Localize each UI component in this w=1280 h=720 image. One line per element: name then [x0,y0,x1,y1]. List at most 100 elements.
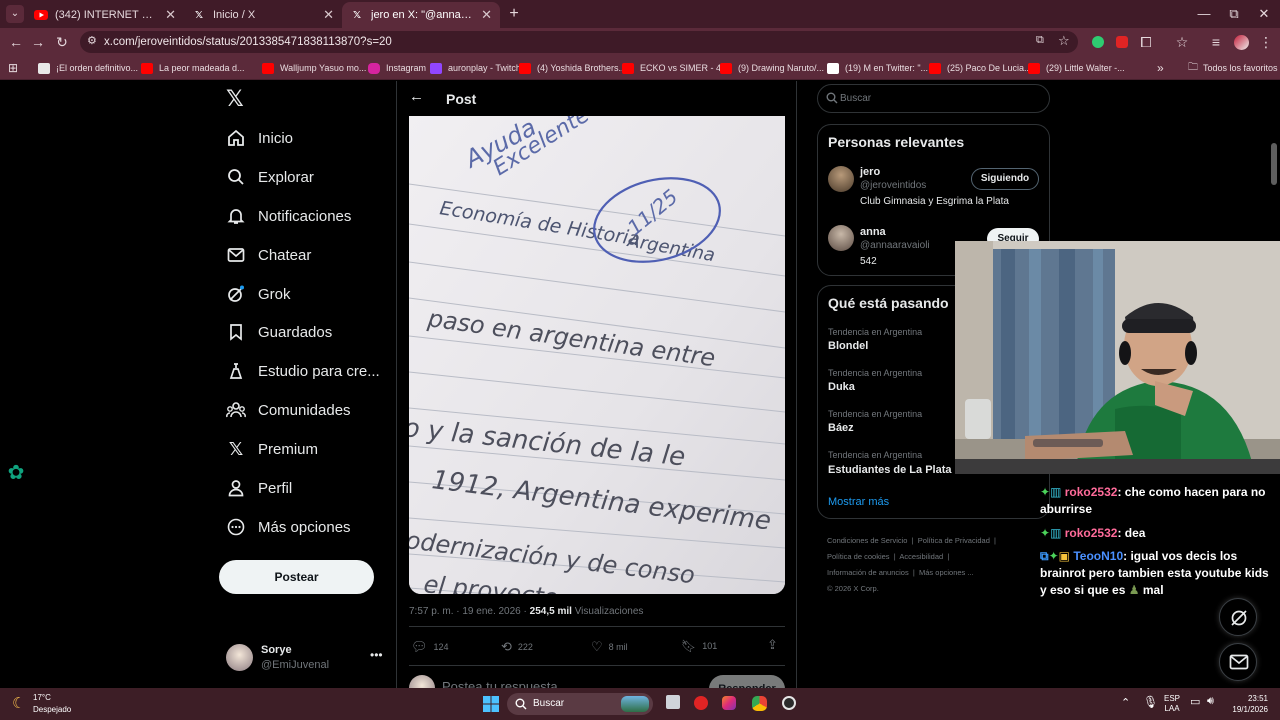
volume-icon[interactable]: 🔊︎ [1207,695,1214,708]
bookmark-item[interactable]: ¡El orden definitivo... [38,61,138,75]
browser-tab-active[interactable]: 𝕏 jero en X: "@annaaravaioli http ✕ [342,2,500,28]
browser-tab[interactable]: (342) INTERNET ESTÁ PODRIDO ✕ [26,2,184,28]
window-close-button[interactable]: ✕ [1249,4,1279,24]
trend-topic[interactable]: Duka [828,381,855,393]
start-button[interactable] [483,696,499,712]
nav-item-guardados[interactable]: Guardados [226,318,332,346]
post-timestamp[interactable]: 7:57 p. m. · 19 ene. 2026 · [409,606,527,617]
messages-float-button[interactable] [1219,643,1257,681]
footer-link[interactable]: Más opciones ... [919,568,974,577]
nav-item-estudio[interactable]: Estudio para cre... [226,357,380,385]
nav-item-mas-opciones[interactable]: Más opciones [226,513,351,541]
nav-item-premium[interactable]: 𝕏 Premium [226,435,318,463]
trend-topic[interactable]: Báez [828,422,854,434]
show-hidden-icons[interactable]: ⌃ [1121,696,1130,709]
reply-action[interactable]: 💬︎ 124 [411,639,449,655]
bookmark-item[interactable]: (4) Yoshida Brothers... [519,61,626,75]
footer-link[interactable]: Política de Privacidad [918,536,990,545]
site-info-icon[interactable]: ⚙ [87,34,97,47]
bookmark-item[interactable]: (9) Drawing Naruto/... [720,61,824,75]
avatar[interactable] [828,166,854,192]
bookmark-item[interactable]: La peor madeada d... [141,61,245,75]
search-box[interactable]: Buscar [817,84,1050,113]
all-favorites-folder[interactable]: 🗀 Todos los favoritos [1188,61,1278,75]
file-explorer-icon[interactable] [666,695,680,709]
back-button[interactable]: ← [6,33,26,51]
app-icon[interactable] [782,696,796,710]
nav-item-inicio[interactable]: Inicio [226,124,293,152]
nav-item-grok[interactable]: Grok [226,280,291,308]
apps-grid-icon[interactable]: ⊞ [8,61,18,75]
avatar[interactable] [828,225,854,251]
new-tab-button[interactable]: + [504,4,524,24]
language-indicator[interactable]: ESP LAA [1164,694,1180,714]
forward-button[interactable]: → [28,33,48,51]
weather-widget[interactable]: ☾ 17°C Despejado [10,692,100,716]
install-app-icon[interactable]: ⧉ [1036,34,1044,47]
avatar[interactable] [1234,35,1249,50]
bookmarks-overflow-icon[interactable]: » [1157,61,1164,75]
bookmark-item[interactable]: Walljump Yasuo mo... [262,61,366,75]
account-switcher[interactable]: Sorye @EmiJuvenal ••• [226,642,386,674]
bookmark-star-icon[interactable]: ☆ [1172,33,1192,51]
footer-link[interactable]: Condiciones de Servicio [827,536,907,545]
bookmark-item[interactable]: (25) Paco De Lucia... [929,61,1032,75]
instagram-icon[interactable] [722,696,736,710]
extensions-puzzle-icon[interactable]: ⧠ [1136,33,1156,51]
extension-icon[interactable] [1092,36,1104,48]
menu-icon[interactable]: ⋮ [1256,33,1276,51]
reload-button[interactable]: ↻ [52,33,72,51]
show-more-link[interactable]: Mostrar más [828,496,889,508]
more-horizontal-icon[interactable]: ••• [370,648,383,662]
like-action[interactable]: ♡ 8 mil [591,639,628,655]
trend-topic[interactable]: Blondel [828,340,868,352]
bookmark-item[interactable]: (29) Little Walter -... [1028,61,1125,75]
trend-topic[interactable]: Estudiantes de La Plata [828,464,951,476]
star-icon[interactable]: ☆ [1058,33,1070,49]
network-icon[interactable]: ▭ [1190,695,1200,708]
chrome-icon[interactable] [749,693,770,714]
restore-button[interactable]: ⧉ [1219,4,1249,24]
tab-search-button[interactable]: ⌄ [6,5,24,23]
minimize-button[interactable]: — [1189,4,1219,24]
close-icon[interactable]: ✕ [481,7,492,23]
bookmark-action[interactable]: 🔖︎ 101 [681,639,717,653]
person-name[interactable]: jero [860,166,880,178]
chat-username[interactable]: TeooN10 [1073,549,1123,563]
person-name[interactable]: anna [860,226,886,238]
clock[interactable]: 23:51 19/1/2026 [1228,693,1268,715]
post-button[interactable]: Postear [219,560,374,594]
close-icon[interactable]: ✕ [165,7,176,23]
footer-link[interactable]: Política de cookies [827,552,890,561]
address-bar[interactable]: ⚙ x.com/jeroveintidos/status/20133854718… [80,31,1078,53]
post-image[interactable]: Ayuda Excelente Economía de Historia Arg… [409,116,785,594]
nav-item-perfil[interactable]: Perfil [226,474,292,502]
bookmark-item[interactable]: ECKO vs SIMER - 4t... [622,61,731,75]
microphone-icon[interactable]: 🎙︎ [1143,695,1158,709]
nav-item-comunidades[interactable]: Comunidades [226,396,351,424]
search-input[interactable]: Buscar [840,93,871,104]
chat-username[interactable]: roko2532 [1065,526,1118,540]
footer-link[interactable]: Accesibilidad [899,552,943,561]
chatgpt-extension-icon[interactable]: ✿ [4,461,28,485]
following-button[interactable]: Siguiendo [971,168,1039,190]
repost-action[interactable]: ⟲ 222 [501,639,533,655]
footer-link[interactable]: Información de anuncios [827,568,909,577]
reading-list-icon[interactable]: ≡ [1206,33,1226,51]
nav-item-explorar[interactable]: Explorar [226,163,314,191]
share-icon[interactable]: ⇪ [767,637,778,653]
taskbar-search[interactable]: Buscar [507,693,653,715]
nav-item-chatear[interactable]: Chatear [226,241,311,269]
nav-item-notificaciones[interactable]: Notificaciones [226,202,351,230]
bookmark-item[interactable]: Instagram [368,61,426,75]
bookmark-item[interactable]: (19) M en Twitter: "... [827,61,928,75]
page-scrollbar[interactable] [1271,143,1277,185]
extension-icon[interactable] [1116,36,1128,48]
chat-username[interactable]: roko2532 [1065,485,1118,499]
back-arrow-icon[interactable]: ← [409,88,424,105]
x-logo-icon[interactable]: 𝕏 [226,88,248,110]
browser-tab[interactable]: 𝕏 Inicio / X ✕ [184,2,342,28]
grok-float-button[interactable] [1219,598,1257,636]
app-icon[interactable] [694,696,708,710]
close-icon[interactable]: ✕ [323,7,334,23]
